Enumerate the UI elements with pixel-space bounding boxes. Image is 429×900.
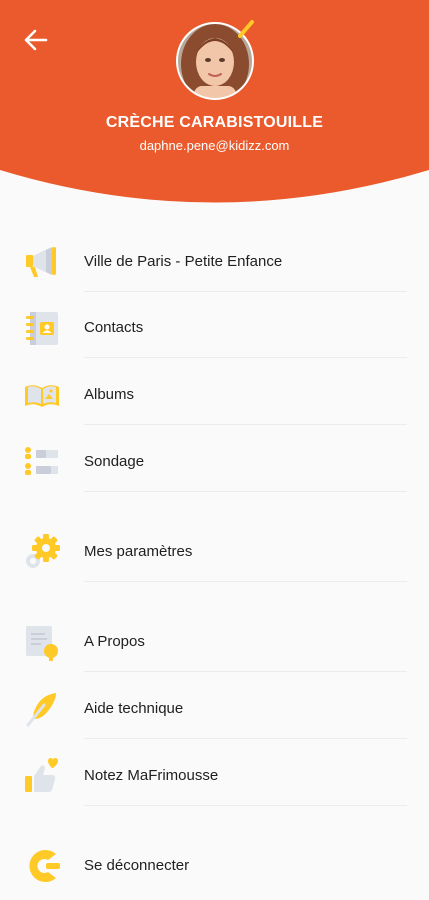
megaphone-icon (26, 247, 56, 277)
menu-item-sondage[interactable]: Sondage (0, 432, 429, 492)
menu-item-ville-de-paris[interactable]: Ville de Paris - Petite Enfance (0, 232, 429, 292)
menu-label: Ville de Paris - Petite Enfance (84, 253, 283, 270)
menu-item-aide-technique[interactable]: Aide technique (0, 679, 429, 739)
arrow-left-icon (24, 29, 48, 51)
menu-item-mes-parametres[interactable]: Mes paramètres (0, 522, 429, 582)
settings-gear-icon (26, 534, 60, 568)
menu-label: Contacts (84, 319, 144, 336)
menu-item-albums[interactable]: Albums (0, 365, 429, 425)
user-email: daphne.pene@kidizz.com (139, 138, 290, 153)
menu-item-notez-mafrimousse[interactable]: Notez MaFrimousse (0, 746, 429, 806)
menu-label: Mes paramètres (84, 543, 193, 560)
edit-pencil-icon[interactable] (236, 18, 258, 40)
divider (84, 357, 407, 358)
thumbs-up-heart-icon (25, 758, 58, 792)
back-button[interactable] (18, 22, 54, 58)
menu-label: Aide technique (84, 700, 184, 717)
divider (84, 291, 407, 292)
menu-item-contacts[interactable]: Contacts (0, 298, 429, 358)
menu-item-se-deconnecter[interactable]: Se déconnecter (0, 836, 429, 896)
about-icon (26, 626, 58, 661)
photo-album-icon (25, 385, 59, 407)
divider (84, 581, 407, 582)
feather-icon (26, 693, 56, 727)
menu-label: A Propos (84, 633, 145, 650)
divider (84, 805, 407, 806)
menu-label: Notez MaFrimousse (84, 767, 219, 784)
profile-header: CRÈCHE CARABISTOUILLE daphne.pene@kidizz… (0, 0, 429, 205)
menu-label: Se déconnecter (84, 857, 190, 874)
avatar[interactable] (176, 20, 254, 100)
logout-icon (29, 850, 60, 882)
address-book-icon (26, 312, 58, 345)
divider (84, 491, 407, 492)
menu-label: Albums (84, 386, 135, 403)
poll-icon (25, 447, 58, 475)
divider (84, 738, 407, 739)
organization-name: CRÈCHE CARABISTOUILLE (105, 114, 324, 131)
divider (84, 424, 407, 425)
menu-label: Sondage (84, 453, 145, 470)
divider (84, 671, 407, 672)
menu-item-a-propos[interactable]: A Propos (0, 612, 429, 672)
